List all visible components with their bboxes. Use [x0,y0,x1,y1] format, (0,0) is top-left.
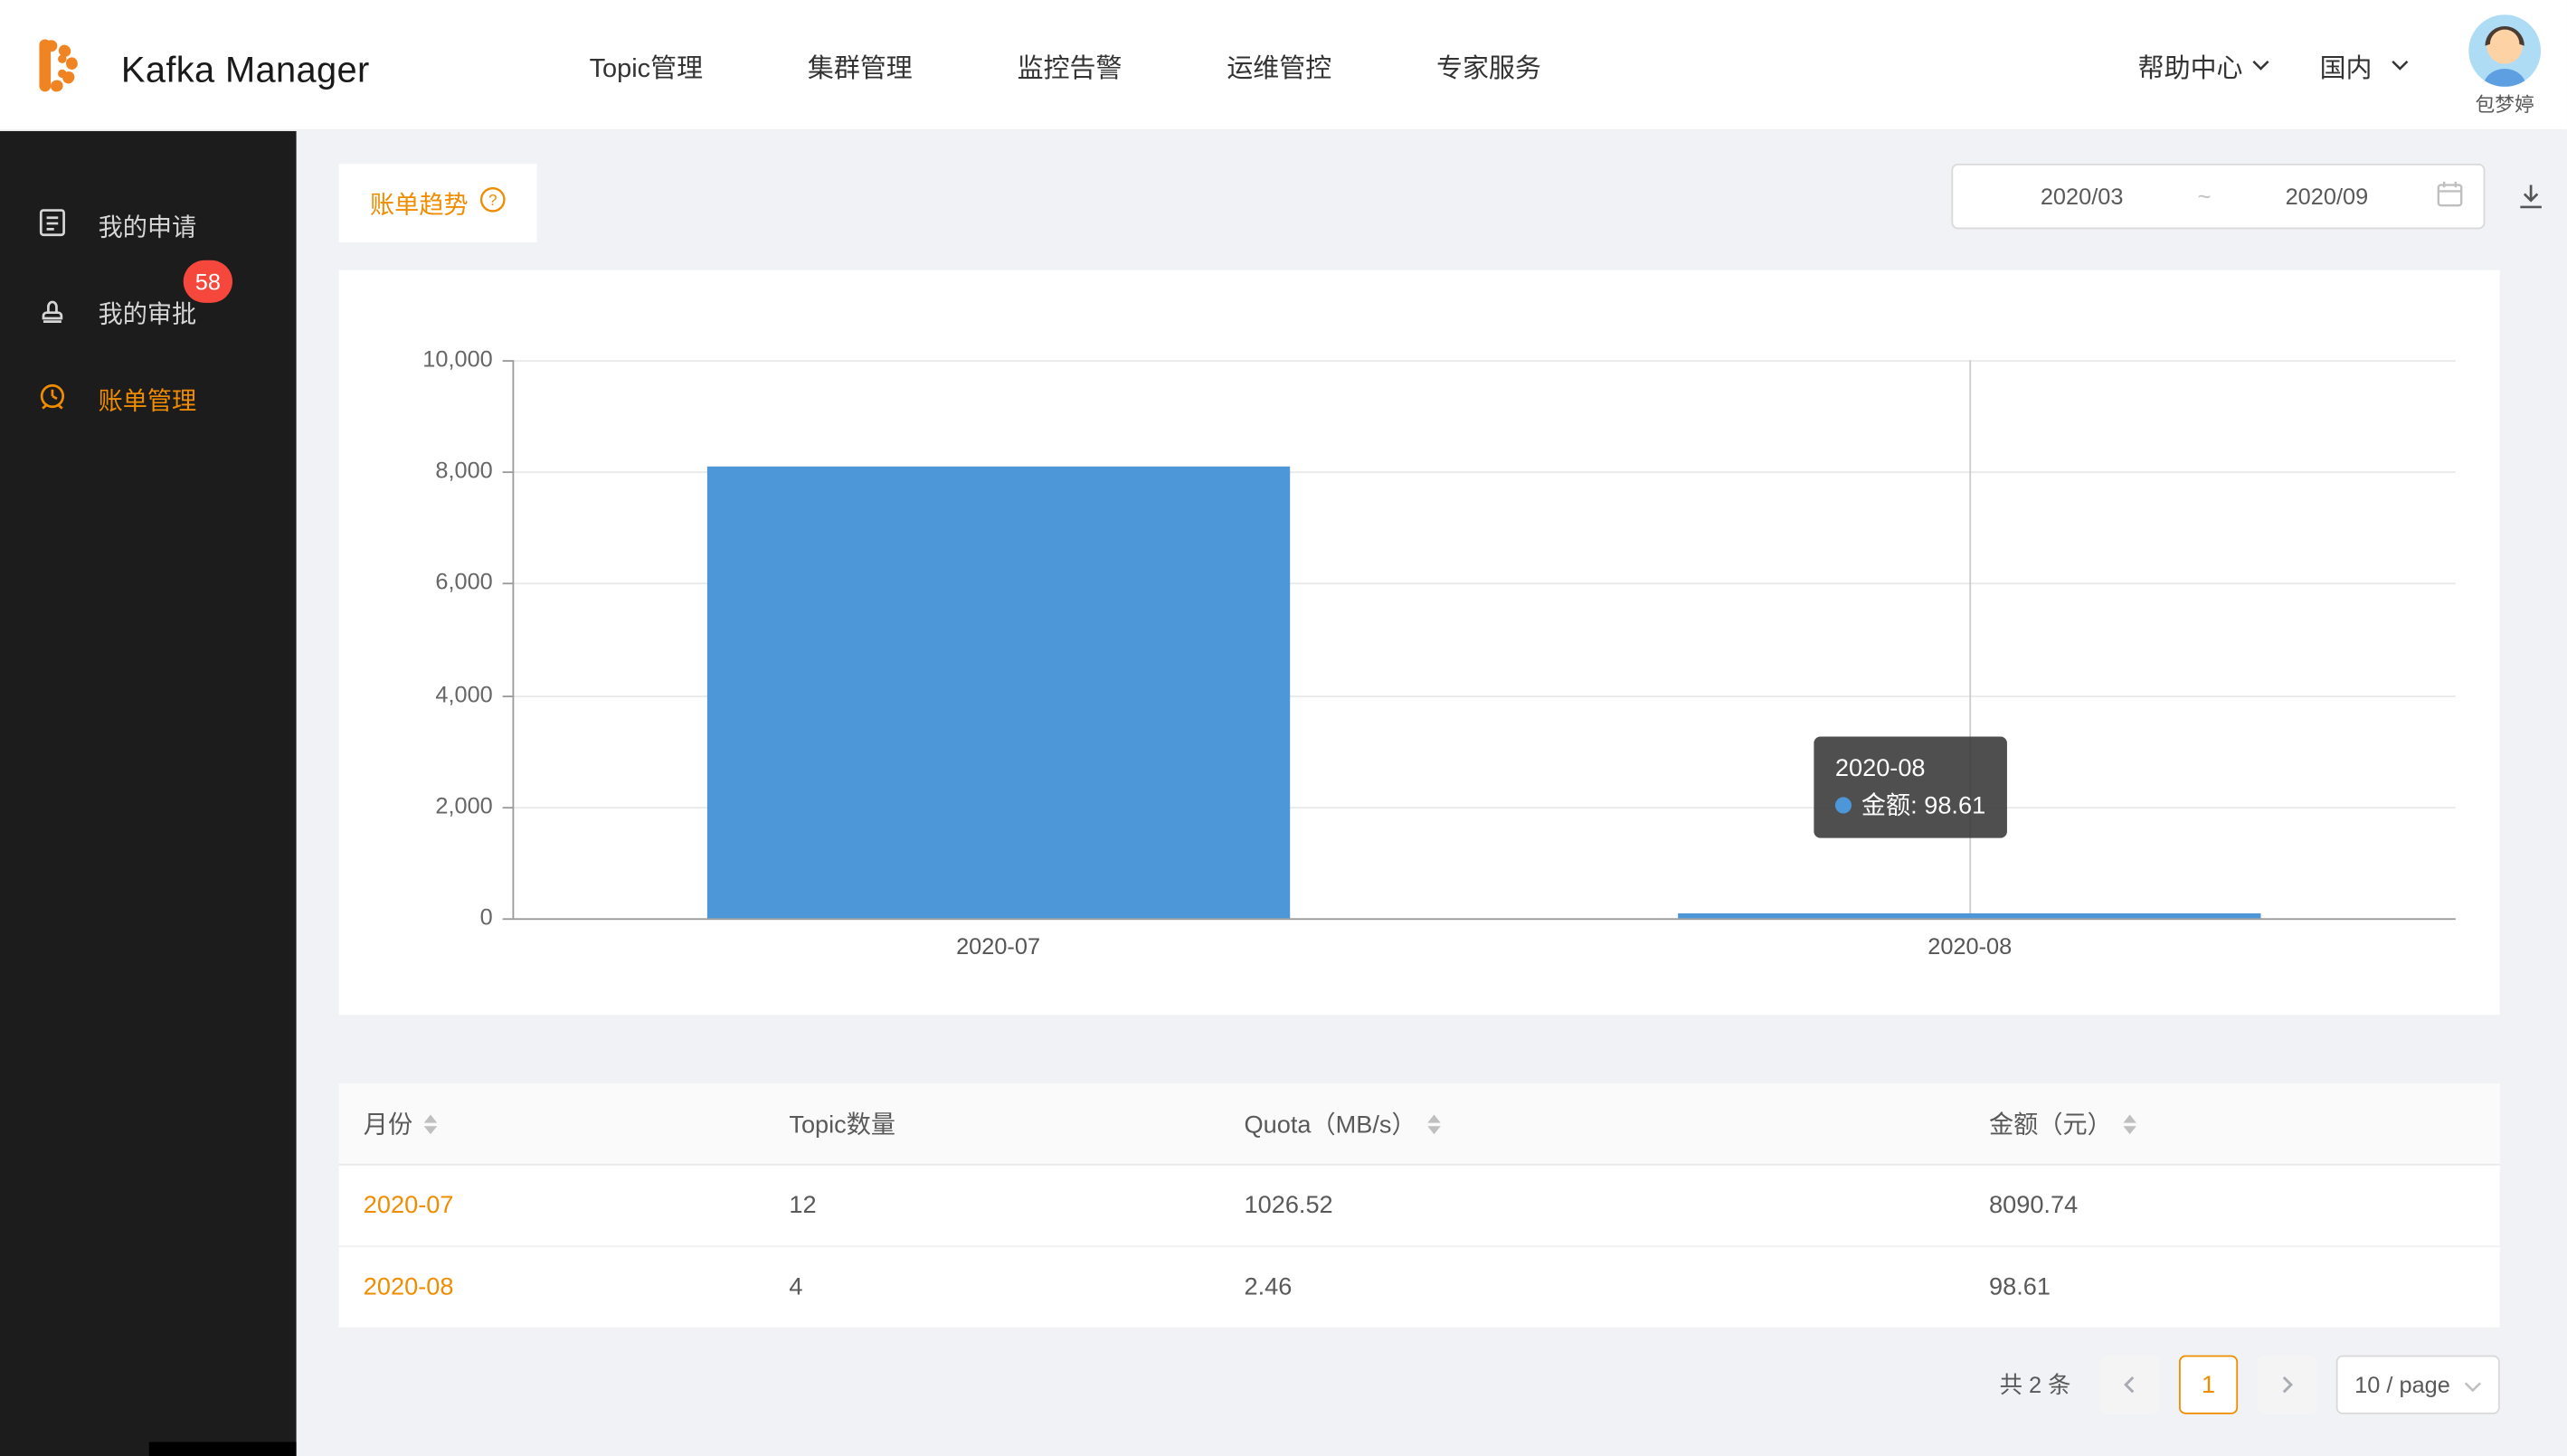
toolbar-right: 2020/03 ~ 2020/09 [1951,164,2549,229]
download-button[interactable] [2513,178,2549,214]
kafka-manager-logo-icon [23,28,98,111]
topic-count-cell: 4 [764,1273,1219,1301]
y-axis-tick [503,695,513,696]
sidebar-item-label: 我的申请 [99,209,197,243]
series-dot-icon [1835,797,1852,813]
amount-cell: 98.61 [1965,1273,2500,1301]
page-button-1[interactable]: 1 [2179,1356,2238,1414]
app-title: Kafka Manager [121,48,370,90]
date-range-picker[interactable]: 2020/03 ~ 2020/09 [1951,164,2485,229]
bill-meter-icon [36,380,69,419]
date-end-input[interactable]: 2020/09 [2218,184,2436,210]
sidebar-item-my-approvals[interactable]: 我的审批 58 [0,277,297,349]
page: Kafka Manager Topic管理 集群管理 监控告警 运维管控 专家服… [0,0,2567,1456]
top-nav: Topic管理 集群管理 监控告警 运维管控 专家服务 [590,0,1541,131]
column-header-amount[interactable]: 金额（元） [1965,1106,2500,1140]
table-row: 2020-08 4 2.46 98.61 [339,1247,2500,1328]
y-axis-tick [503,583,513,585]
x-axis-line [512,918,2455,920]
quota-cell: 2.46 [1219,1273,1965,1301]
main-content: 账单趋势 ? 2020/03 ~ 2020/09 [297,131,2567,1456]
sidebar-item-label: 我的审批 [99,296,197,330]
y-axis-tick [503,807,513,808]
nav-cluster-management[interactable]: 集群管理 [808,46,913,85]
chevron-down-icon [2463,1372,2481,1398]
sort-icon[interactable] [424,1114,437,1134]
sidebar: 我的申请 我的审批 58 账单管理 [0,131,297,1456]
quota-cell: 1026.52 [1219,1192,1965,1220]
y-axis-label: 4,000 [339,680,493,706]
page-size-select[interactable]: 10 / page [2336,1356,2500,1414]
nav-topic-management[interactable]: Topic管理 [590,46,704,85]
chart-bar[interactable] [706,467,1289,918]
stamp-icon [36,293,69,332]
month-link[interactable]: 2020-08 [364,1273,454,1301]
chevron-down-icon [2251,51,2271,80]
sidebar-item-bill-management[interactable]: 账单管理 [0,364,297,436]
brand: Kafka Manager [23,28,369,111]
x-axis-label: 2020-07 [900,933,1096,960]
sort-icon[interactable] [2123,1114,2136,1134]
tab-label: 账单趋势 [370,185,469,220]
top-bar: Kafka Manager Topic管理 集群管理 监控告警 运维管控 专家服… [0,0,2567,131]
next-page-button[interactable] [2258,1356,2316,1414]
calendar-icon [2436,180,2464,213]
pagination: 共 2 条 1 10 / page [339,1350,2500,1419]
y-axis-line [512,360,514,918]
y-axis-tick [503,360,513,362]
tooltip-value: 金额: 98.61 [1835,788,1985,826]
sidebar-item-my-applications[interactable]: 我的申请 [0,190,297,262]
column-header-quota[interactable]: Quota（MB/s） [1219,1106,1965,1140]
user-menu[interactable]: 包梦婷 [2468,14,2541,117]
total-count: 共 2 条 [2000,1368,2071,1401]
table-header-row: 月份 Topic数量 Quota（MB/s） 金额（元） [339,1083,2500,1165]
region-label: 国内 [2320,46,2373,85]
nav-ops-control[interactable]: 运维管控 [1227,46,1331,85]
page-size-label: 10 / page [2354,1372,2450,1398]
sort-icon[interactable] [1427,1114,1440,1134]
y-axis-tick [503,472,513,474]
y-axis-tick [503,918,513,920]
chart-card: 2020-08 金额: 98.61 0 2,000 4,000 6,000 8,000 1… [339,270,2500,1016]
y-axis-label: 2,000 [339,792,493,818]
nav-expert-service[interactable]: 专家服务 [1436,46,1541,85]
tooltip-title: 2020-08 [1835,750,1985,788]
region-select[interactable]: 国内 [2320,46,2411,85]
chevron-down-icon [2390,51,2410,80]
chart-bar[interactable] [1678,912,2260,918]
nav-monitor-alert[interactable]: 监控告警 [1018,46,1122,85]
question-circle-icon[interactable]: ? [479,186,506,219]
help-center-menu[interactable]: 帮助中心 [2138,46,2271,85]
user-name: 包梦婷 [2476,90,2534,118]
topic-count-cell: 12 [764,1192,1219,1220]
y-axis-label: 0 [339,903,493,930]
x-axis-label: 2020-08 [1871,933,2068,960]
month-link[interactable]: 2020-07 [364,1192,454,1220]
top-bar-right: 帮助中心 国内 [2138,0,2541,131]
avatar [2468,14,2541,86]
sidebar-item-label: 账单管理 [99,383,197,417]
column-header-month[interactable]: 月份 [339,1106,765,1140]
prev-page-button[interactable] [2100,1356,2159,1414]
amount-cell: 8090.74 [1965,1192,2500,1220]
tab-bill-trend[interactable]: 账单趋势 ? [339,164,537,242]
chart-tooltip: 2020-08 金额: 98.61 [1814,736,2006,837]
y-axis-label: 10,000 [339,345,493,372]
gridline [512,360,2455,362]
y-axis-label: 6,000 [339,569,493,595]
y-axis-label: 8,000 [339,457,493,483]
table-row: 2020-07 12 1026.52 8090.74 [339,1166,2500,1247]
bill-table: 月份 Topic数量 Quota（MB/s） 金额（元） 2020-07 12 [339,1083,2500,1328]
sidebar-footer-strip [149,1442,297,1456]
clipboard-icon [36,206,69,245]
column-header-topic-count: Topic数量 [764,1106,1219,1140]
approvals-count-badge: 58 [184,260,232,303]
date-start-input[interactable]: 2020/03 [1973,184,2191,210]
svg-text:?: ? [488,191,497,209]
date-separator: ~ [2191,184,2217,210]
help-center-label: 帮助中心 [2138,46,2243,85]
